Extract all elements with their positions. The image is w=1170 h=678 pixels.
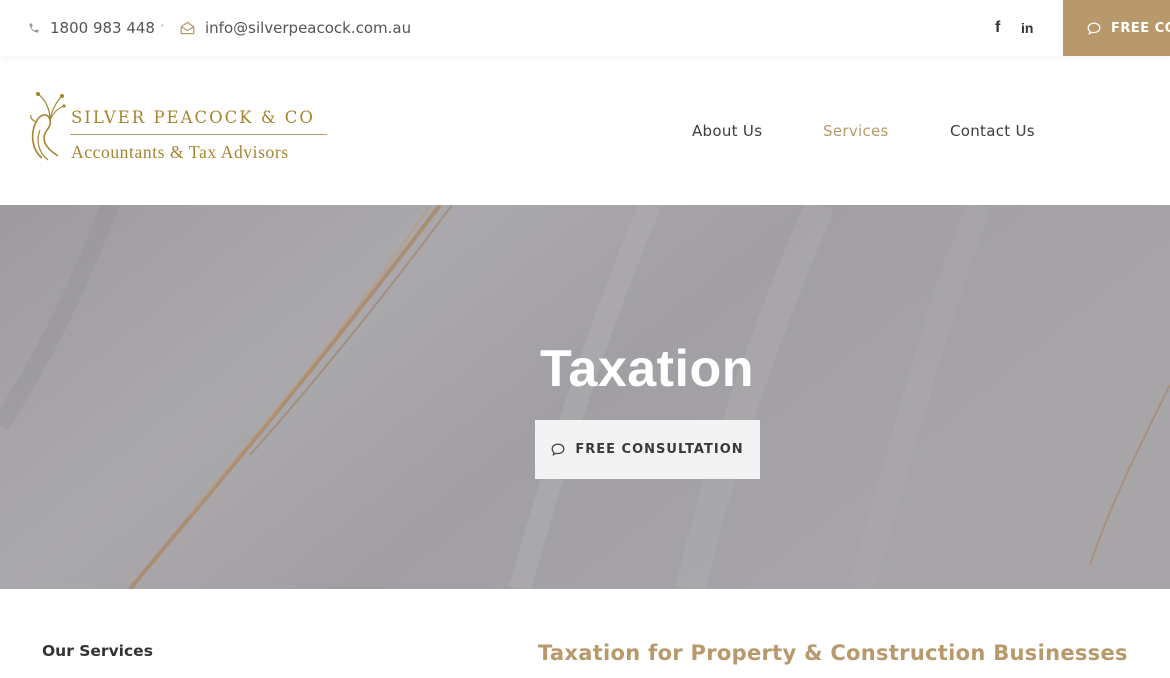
email-address: info@silverpeacock.com.au <box>205 19 412 37</box>
nav-services[interactable]: Services <box>823 56 889 205</box>
phone-number: 1800 983 448 <box>50 19 155 37</box>
contact-separator: · <box>160 17 165 35</box>
hero-title: Taxation <box>540 340 754 398</box>
top-bar: 1800 983 448 · info@silverpeacock.com.au… <box>0 0 1170 56</box>
content-heading: Taxation for Property & Construction Bus… <box>538 641 1128 665</box>
hero-banner: Taxation FREE CONSULTATION <box>0 205 1170 589</box>
chat-bubble-icon <box>551 443 565 456</box>
sidebar-heading: Our Services <box>42 642 153 660</box>
phone-icon <box>29 23 39 33</box>
logo-title: SILVER PEACOCK & CO <box>71 108 315 127</box>
facebook-icon[interactable]: f <box>995 0 1000 56</box>
nav-about-us[interactable]: About Us <box>692 56 762 205</box>
hero-button-label: FREE CONSULTATION <box>575 442 744 457</box>
email-contact[interactable]: info@silverpeacock.com.au <box>180 0 411 56</box>
logo-subtitle: Accountants & Tax Advisors <box>71 142 289 162</box>
hero-free-consultation-button[interactable]: FREE CONSULTATION <box>535 420 760 479</box>
linkedin-icon[interactable]: in <box>1021 0 1033 56</box>
nav-contact-us[interactable]: Contact Us <box>950 56 1035 205</box>
envelope-icon <box>180 21 195 35</box>
phone-contact[interactable]: 1800 983 448 <box>28 0 155 56</box>
logo-divider <box>70 134 327 135</box>
chat-bubble-icon <box>1087 22 1101 35</box>
site-logo[interactable]: SILVER PEACOCK & CO Accountants & Tax Ad… <box>28 90 338 166</box>
peacock-logo-icon <box>30 92 66 161</box>
site-header: SILVER PEACOCK & CO Accountants & Tax Ad… <box>0 56 1170 205</box>
top-cta-label: FREE CO <box>1111 20 1170 36</box>
top-free-consultation-button[interactable]: FREE CO <box>1063 0 1170 56</box>
